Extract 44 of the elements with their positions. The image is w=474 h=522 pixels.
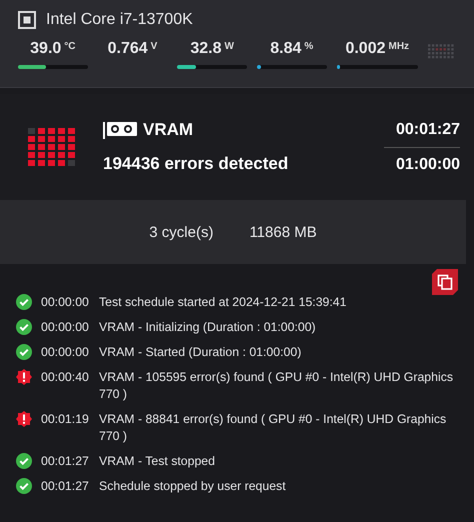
error-icon: [16, 411, 32, 427]
graphics-card-icon: [103, 121, 137, 139]
test-duration: 01:00:00: [394, 154, 460, 174]
log-message: VRAM - Initializing (Duration : 01:00:00): [99, 319, 317, 336]
log-time: 00:01:27: [41, 453, 90, 470]
metric-unit: W: [224, 41, 234, 52]
check-icon: [16, 319, 32, 335]
metric-unit: %: [304, 41, 314, 52]
error-grid-drawing: [28, 128, 75, 166]
metric-value: 0.764: [108, 40, 148, 58]
chip-icon: [18, 11, 36, 29]
metric-value: 0.002: [345, 40, 386, 58]
copy-button[interactable]: [432, 269, 458, 295]
log-message: VRAM - Started (Duration : 01:00:00): [99, 344, 302, 361]
log-message: VRAM - 105595 error(s) found ( GPU #0 - Intel(R) UHD Graphics 770 ): [99, 369, 454, 403]
check-icon: [16, 294, 32, 310]
error-count: 194436 errors detected: [103, 154, 290, 174]
check-icon: [16, 453, 32, 469]
dot-grid-icon: [428, 44, 454, 59]
log-time: 00:00:40: [41, 369, 90, 386]
test-name: VRAM: [143, 120, 194, 140]
cycle-count: 3 cycle(s): [149, 224, 214, 240]
log-time: 00:00:00: [41, 319, 90, 336]
memory-size: 11868 MB: [249, 224, 317, 240]
metric-value: 39.0: [30, 40, 62, 58]
log-time: 00:01:19: [41, 411, 90, 428]
error-icon: [16, 369, 32, 385]
metric-unit: MHz: [388, 41, 410, 52]
metric-value: 32.8: [190, 40, 222, 58]
metric-unit: V: [150, 41, 158, 52]
log-time: 00:01:27: [41, 478, 90, 495]
metric-value: 8.84: [270, 40, 302, 58]
elapsed-time: 00:01:27: [394, 120, 460, 140]
cpu-name: Intel Core i7-13700K: [46, 11, 193, 29]
log-message: Schedule stopped by user request: [99, 478, 287, 495]
log-message: VRAM - Test stopped: [99, 453, 216, 470]
log-time: 00:00:00: [41, 344, 90, 361]
log-time: 00:00:00: [41, 294, 90, 311]
check-icon: [16, 478, 32, 494]
copy-icon: [437, 274, 453, 290]
log-message: VRAM - 88841 error(s) found ( GPU #0 - Intel(R) UHD Graphics 770 ): [99, 411, 448, 445]
metric-unit: °C: [64, 41, 76, 52]
log-message: Test schedule started at 2024-12-21 15:39:41: [99, 294, 348, 311]
check-icon: [16, 344, 32, 360]
